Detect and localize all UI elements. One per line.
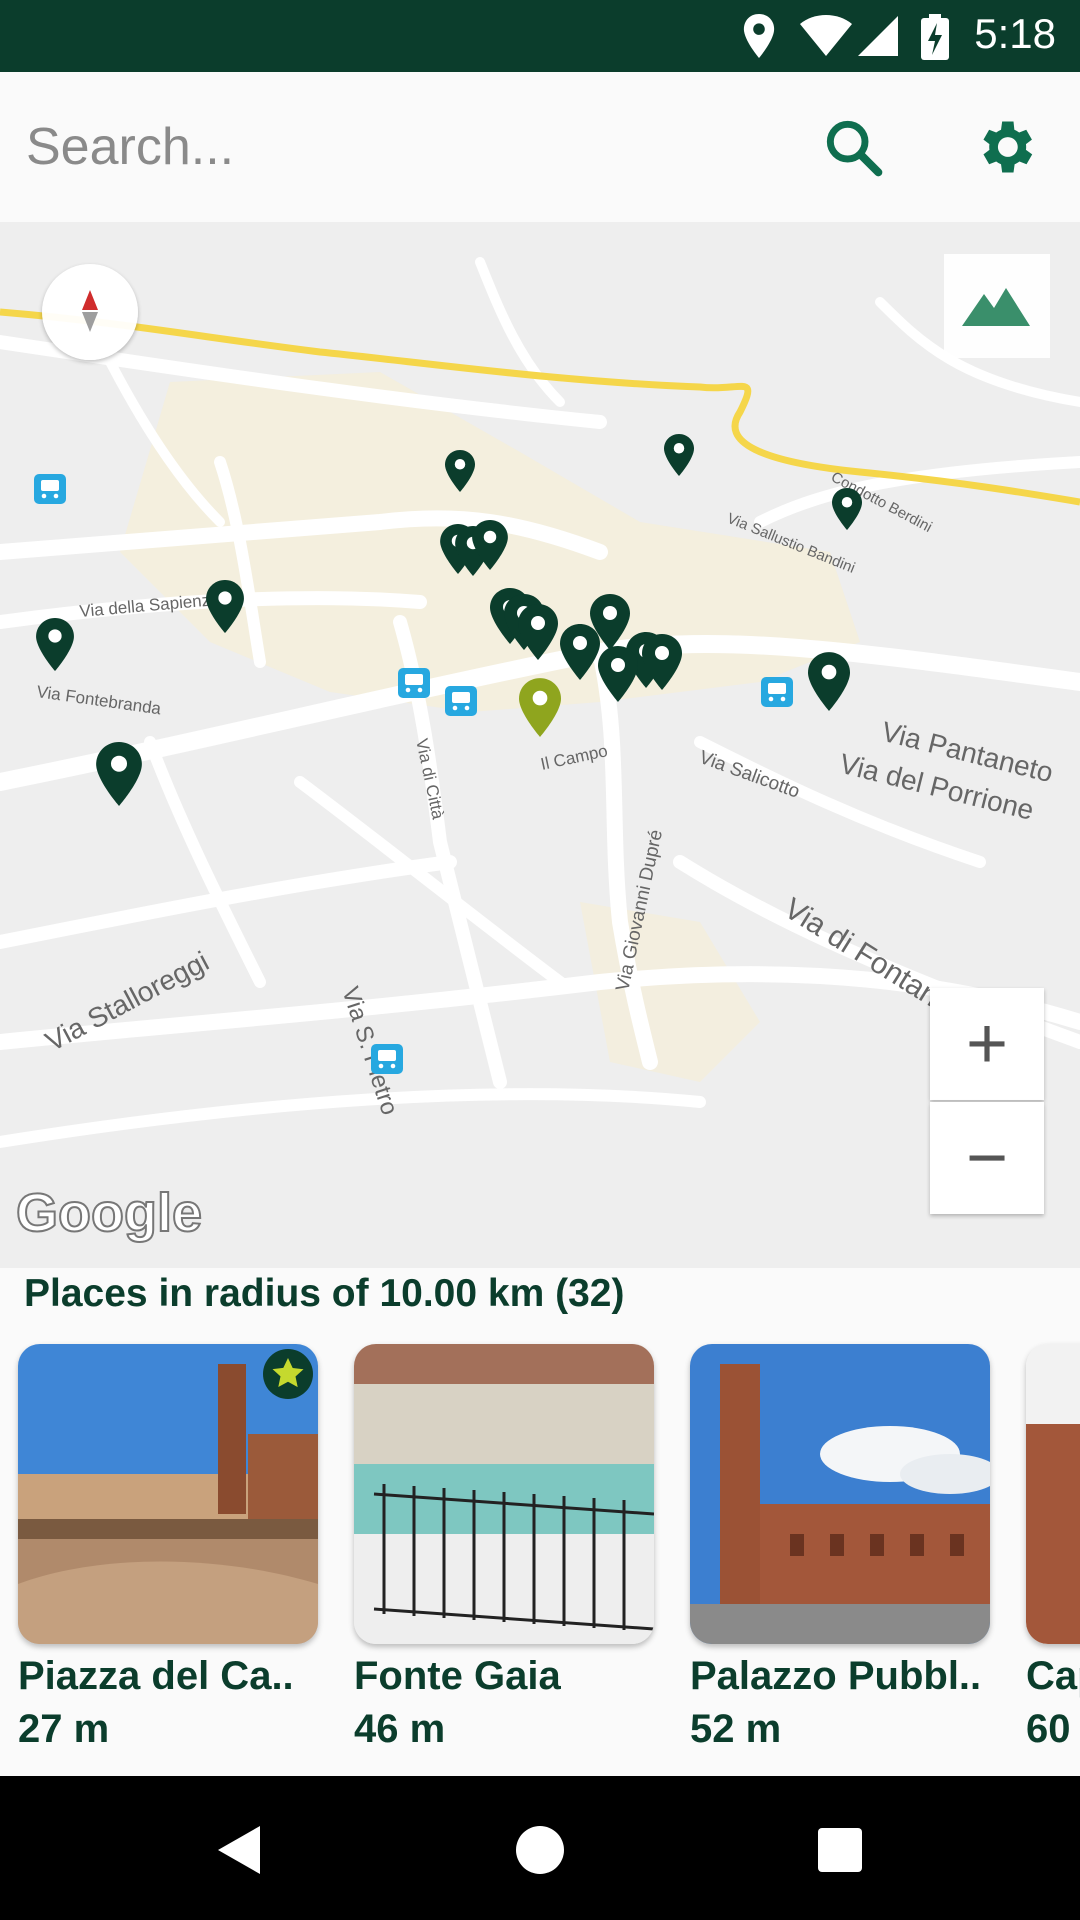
campo-area bbox=[580, 902, 760, 1082]
bus-stop-icon bbox=[34, 474, 66, 504]
status-bar: 5:18 bbox=[0, 0, 1080, 72]
status-time: 5:18 bbox=[974, 10, 1056, 57]
zoom-in-button[interactable]: + bbox=[930, 988, 1044, 1100]
places-carousel[interactable]: Piazza del Ca.. 27 m Fonte Gaia 46 m Pal… bbox=[0, 1340, 1080, 1770]
wifi-icon bbox=[800, 15, 852, 56]
place-name: Fonte Gaia bbox=[354, 1654, 561, 1698]
zoom-out-label: − bbox=[965, 1118, 1009, 1198]
search-bar bbox=[0, 72, 1080, 222]
place-pin[interactable] bbox=[832, 488, 862, 530]
places-heading: Places in radius of 10.00 km (32) bbox=[24, 1272, 625, 1315]
map-view[interactable]: Via della Sapienza Via Fontebranda Via d… bbox=[0, 222, 1080, 1268]
compass-icon bbox=[82, 290, 98, 332]
bus-stop-icon bbox=[761, 677, 793, 707]
terrain-toggle-button[interactable] bbox=[944, 254, 1050, 358]
place-name: Cap bbox=[1026, 1654, 1080, 1698]
bus-stop-icon bbox=[398, 668, 430, 698]
signal-icon bbox=[858, 16, 898, 56]
place-card[interactable]: Fonte Gaia 46 m bbox=[354, 1344, 654, 1752]
place-pin[interactable] bbox=[36, 618, 74, 671]
place-photo bbox=[690, 1344, 990, 1644]
settings-button[interactable] bbox=[960, 102, 1050, 192]
place-pin[interactable] bbox=[664, 434, 694, 476]
search-button[interactable] bbox=[808, 102, 898, 192]
terrain-icon bbox=[962, 288, 1030, 326]
street-label: Via Fontebranda bbox=[35, 682, 162, 718]
favorite-star-icon bbox=[263, 1349, 313, 1399]
compass-button[interactable] bbox=[42, 264, 138, 360]
place-card[interactable]: Palazzo Pubbl.. 52 m bbox=[690, 1344, 990, 1752]
place-card[interactable]: Cap 60 bbox=[1026, 1344, 1080, 1752]
location-icon bbox=[743, 14, 775, 58]
street-label: Il Campo bbox=[539, 741, 609, 774]
street-label: Via Salicotto bbox=[696, 747, 802, 803]
street-label: Via di Città bbox=[412, 737, 448, 822]
street-label: Via Stalloreggi bbox=[40, 945, 214, 1057]
place-photo bbox=[354, 1344, 654, 1644]
navigation-bar bbox=[0, 1776, 1080, 1920]
zoom-in-label: + bbox=[965, 1004, 1009, 1084]
back-icon[interactable] bbox=[214, 1824, 264, 1876]
map-canvas[interactable]: Via della Sapienza Via Fontebranda Via d… bbox=[0, 222, 1080, 1268]
place-distance: 46 m bbox=[354, 1707, 446, 1751]
place-photo bbox=[1026, 1344, 1080, 1644]
place-pin[interactable] bbox=[808, 652, 850, 711]
search-icon bbox=[826, 120, 883, 177]
selected-place-pin[interactable] bbox=[519, 678, 561, 737]
place-card[interactable]: Piazza del Ca.. 27 m bbox=[18, 1344, 318, 1752]
gear-icon bbox=[983, 121, 1033, 173]
place-distance: 52 m bbox=[690, 1707, 782, 1751]
zoom-out-button[interactable]: − bbox=[930, 1102, 1044, 1214]
place-distance: 27 m bbox=[18, 1707, 110, 1751]
place-distance: 60 bbox=[1026, 1707, 1071, 1751]
map-attribution-logo: Google bbox=[15, 1182, 203, 1244]
bus-stop-icon bbox=[371, 1044, 403, 1074]
place-name: Piazza del Ca.. bbox=[18, 1654, 294, 1698]
recents-icon[interactable] bbox=[816, 1826, 864, 1874]
place-photo bbox=[18, 1344, 318, 1644]
battery-charging-icon bbox=[921, 14, 949, 60]
bus-stop-icon bbox=[445, 686, 477, 716]
search-input[interactable] bbox=[24, 106, 788, 188]
home-icon[interactable] bbox=[514, 1824, 566, 1876]
place-name: Palazzo Pubbl.. bbox=[690, 1654, 982, 1698]
place-pin[interactable] bbox=[96, 742, 142, 806]
